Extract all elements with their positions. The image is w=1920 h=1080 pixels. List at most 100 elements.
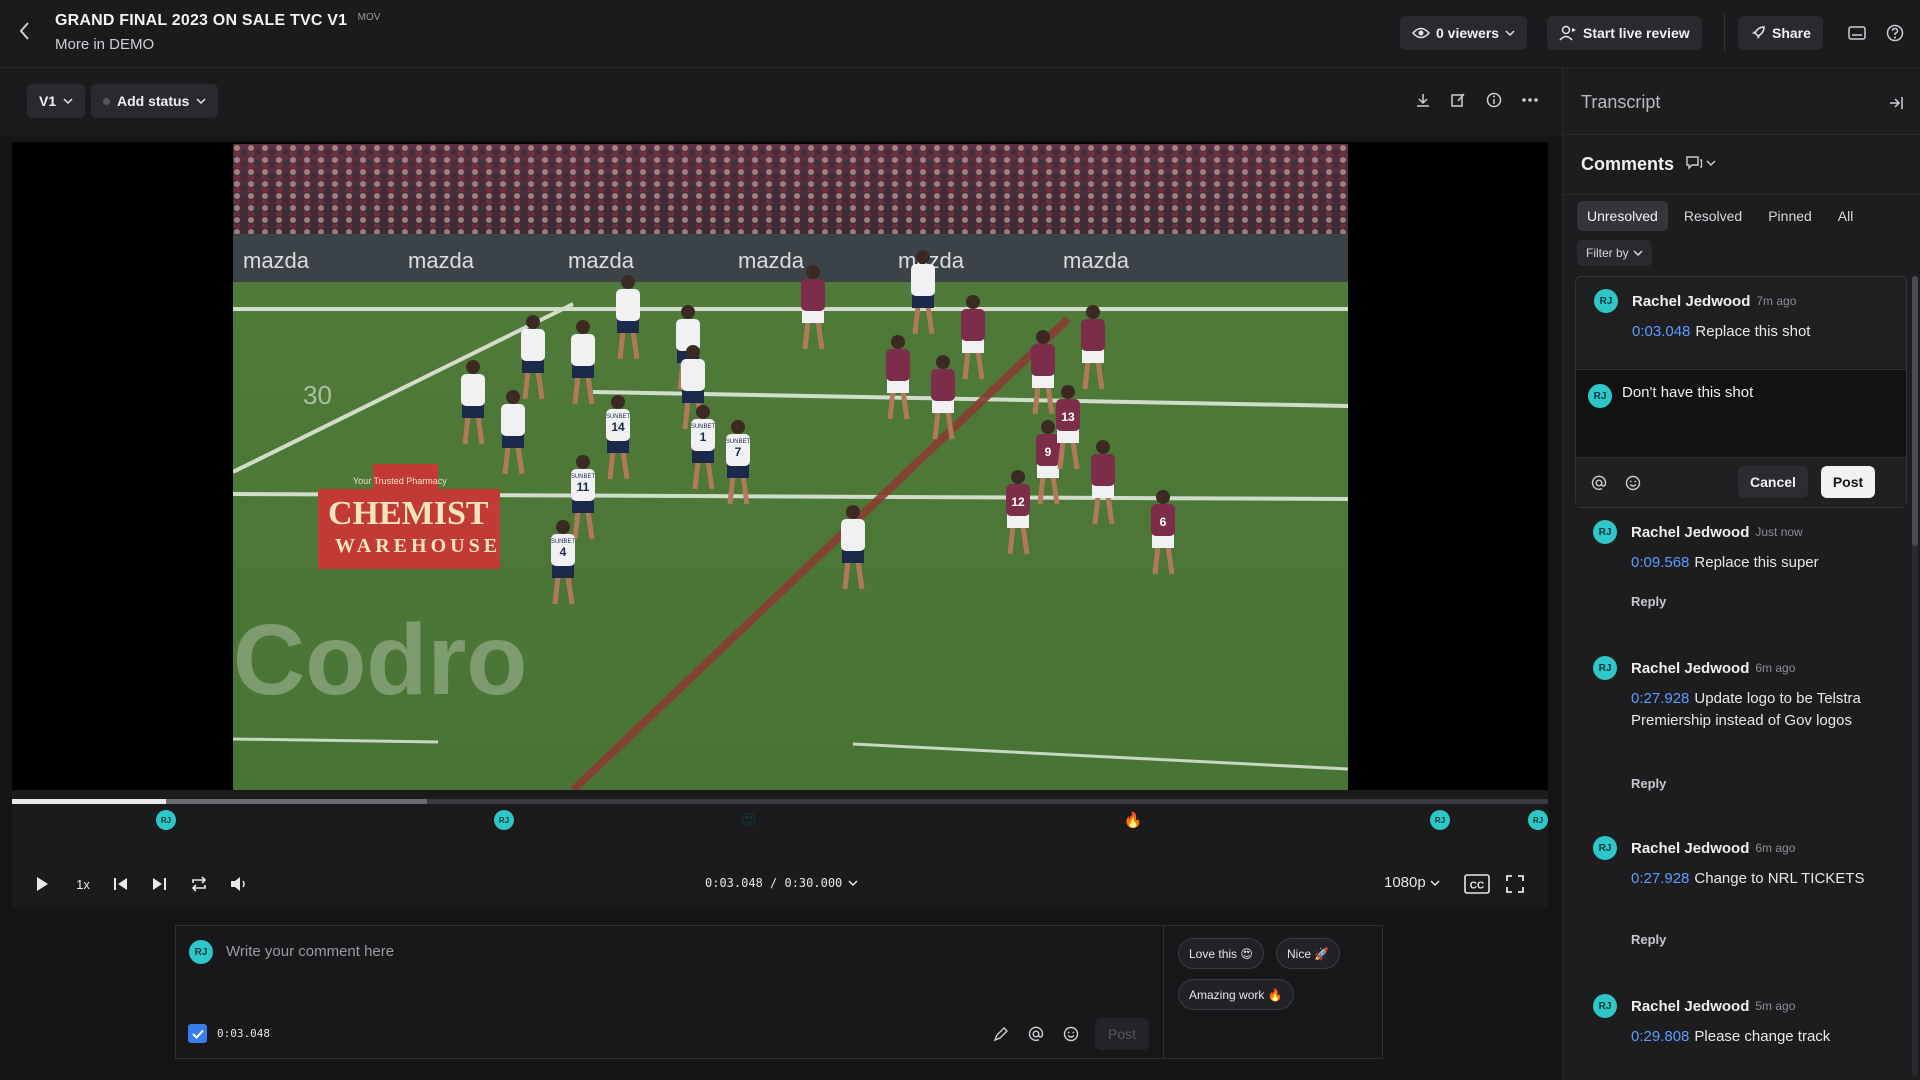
- help-button[interactable]: [1882, 20, 1908, 46]
- mention-button[interactable]: [1025, 1023, 1047, 1045]
- quick-reply-nice[interactable]: Nice 🚀: [1276, 938, 1341, 969]
- keyboard-shortcuts-button[interactable]: [1844, 20, 1870, 46]
- play-button[interactable]: [32, 872, 52, 896]
- tab-unresolved[interactable]: Unresolved: [1577, 201, 1668, 231]
- next-frame-button[interactable]: [148, 872, 170, 896]
- collapse-panel-button[interactable]: [1883, 90, 1909, 116]
- back-button[interactable]: [12, 18, 38, 44]
- jersey-number: 11: [577, 480, 590, 494]
- comment-author: Rachel Jedwood: [1632, 292, 1751, 310]
- sponsor-name: CHEMIST: [328, 495, 489, 532]
- comment-marker[interactable]: RJ: [1528, 810, 1548, 830]
- scrub-progress[interactable]: [12, 799, 166, 804]
- live-review-label: Start live review: [1583, 25, 1690, 41]
- chevron-down-icon: [196, 98, 206, 105]
- comment-marker[interactable]: RJ: [494, 810, 514, 830]
- quick-reply-love[interactable]: Love this 😍: [1178, 938, 1264, 969]
- jersey-number: 9: [1045, 445, 1052, 459]
- comment-card[interactable]: RJ Rachel Jedwood 6m ago 0:27.928 Change …: [1575, 836, 1907, 966]
- reaction-marker[interactable]: 🔥: [1123, 810, 1143, 830]
- quality-selector[interactable]: 1080p: [1384, 874, 1440, 891]
- draw-button[interactable]: [990, 1023, 1012, 1045]
- comment-composer: RJ 0:03.048 Post Love this 😍 Nice 🚀 Amaz…: [175, 925, 1383, 1059]
- viewers-button[interactable]: 0 viewers: [1400, 16, 1528, 50]
- quick-reply-amazing[interactable]: Amazing work 🔥: [1178, 979, 1294, 1010]
- comment-header: RJ Rachel Jedwood Just now: [1593, 520, 1803, 544]
- reply-button[interactable]: Reply: [1631, 776, 1666, 791]
- sponsor-sub: WAREHOUSE: [335, 535, 501, 557]
- reaction-marker[interactable]: 😍: [739, 810, 759, 830]
- jersey-number: 14: [611, 420, 625, 434]
- comment-card[interactable]: RJ Rachel Jedwood Just now 0:09.568 Repla…: [1575, 520, 1907, 640]
- video-scene: mazda mazda mazda mazda mazda mazda 30 Y…: [233, 144, 1348, 790]
- comment-time: Just now: [1755, 525, 1803, 539]
- more-options-button[interactable]: [1518, 88, 1542, 112]
- previous-frame-button[interactable]: [110, 872, 132, 896]
- signage-text-2: mazda: [408, 248, 475, 273]
- download-button[interactable]: [1411, 88, 1435, 112]
- jersey-number: 13: [1061, 410, 1075, 424]
- player-toolbar: V1 Add status: [0, 68, 1562, 136]
- project-link[interactable]: More in DEMO: [55, 36, 380, 53]
- reply-cancel-button[interactable]: Cancel: [1738, 466, 1808, 498]
- pen-icon: [993, 1027, 1008, 1042]
- status-selector[interactable]: Add status: [91, 84, 219, 118]
- comment-card[interactable]: RJ Rachel Jedwood 7m ago 0:03.048 Replace…: [1575, 276, 1907, 508]
- tab-resolved[interactable]: Resolved: [1674, 201, 1752, 231]
- post-comment-button[interactable]: Post: [1095, 1018, 1149, 1050]
- avatar: RJ: [1594, 289, 1618, 313]
- timecode-selector[interactable]: 0:03.048 / 0:30.000: [705, 876, 858, 890]
- step-back-icon: [114, 878, 127, 890]
- version-selector[interactable]: V1: [27, 84, 86, 118]
- comment-timestamp-link[interactable]: 0:29.808: [1631, 1028, 1689, 1045]
- signage-text-6: mazda: [1063, 248, 1130, 273]
- comment-body: 0:09.568 Replace this super: [1631, 552, 1886, 574]
- edit-button[interactable]: [1446, 88, 1470, 112]
- more-icon: [1522, 98, 1538, 102]
- reply-mention-button[interactable]: [1588, 472, 1610, 494]
- comment-timestamp-link[interactable]: 0:27.928: [1631, 870, 1689, 887]
- tab-all[interactable]: All: [1828, 201, 1864, 231]
- comment-card[interactable]: RJ Rachel Jedwood 6m ago 0:27.928 Update …: [1575, 656, 1907, 826]
- start-live-review-button[interactable]: Start live review: [1547, 16, 1702, 50]
- reply-emoji-button[interactable]: [1622, 472, 1644, 494]
- comment-marker[interactable]: RJ: [156, 810, 176, 830]
- reply-post-button[interactable]: Post: [1821, 466, 1875, 498]
- comment-timestamp-link[interactable]: 0:27.928: [1631, 690, 1689, 707]
- share-button[interactable]: Share: [1738, 16, 1823, 50]
- chevron-down-icon: [1633, 250, 1643, 257]
- emoji-button[interactable]: [1060, 1023, 1082, 1045]
- comment-card[interactable]: RJ Rachel Jedwood 5m ago 0:29.808 Please …: [1575, 994, 1907, 1074]
- video-player[interactable]: mazda mazda mazda mazda mazda mazda 30 Y…: [12, 142, 1548, 790]
- info-button[interactable]: [1482, 88, 1506, 112]
- top-bar: GRAND FINAL 2023 ON SALE TVC V1 MOV More…: [0, 0, 1920, 68]
- fullscreen-button[interactable]: [1504, 872, 1526, 896]
- comment-timestamp-link[interactable]: 0:03.048: [1632, 323, 1690, 340]
- comment-input[interactable]: [226, 938, 1126, 964]
- comment-marker[interactable]: RJ: [1430, 810, 1450, 830]
- reply-button[interactable]: Reply: [1631, 594, 1666, 609]
- comment-time: 6m ago: [1755, 661, 1796, 675]
- jersey-number: 7: [735, 445, 742, 459]
- reply-editor[interactable]: RJ Don't have this shot: [1576, 369, 1906, 457]
- comment-scroll-thumb[interactable]: [1912, 276, 1918, 546]
- playback-speed-button[interactable]: 1x: [70, 872, 96, 896]
- header-divider: [1724, 14, 1725, 52]
- status-dot: [103, 97, 110, 105]
- filter-by-button[interactable]: Filter by: [1577, 240, 1652, 266]
- comments-options-button[interactable]: [1685, 155, 1716, 171]
- volume-button[interactable]: [228, 872, 250, 896]
- comment-author: Rachel Jedwood: [1631, 997, 1750, 1015]
- comment-timestamp-link[interactable]: 0:09.568: [1631, 554, 1689, 571]
- loop-icon: [191, 876, 207, 892]
- comment-body: 0:27.928 Change to NRL TICKETS: [1631, 868, 1886, 890]
- captions-button[interactable]: CC: [1463, 872, 1491, 896]
- transcript-tab[interactable]: Transcript: [1581, 92, 1660, 113]
- jersey-number: 4: [560, 545, 567, 559]
- loop-button[interactable]: [188, 872, 210, 896]
- reply-button[interactable]: Reply: [1631, 932, 1666, 947]
- reply-input[interactable]: Don't have this shot: [1622, 384, 1753, 401]
- tab-pinned[interactable]: Pinned: [1758, 201, 1822, 231]
- timestamp-checkbox[interactable]: [188, 1024, 207, 1043]
- help-icon: [1886, 24, 1904, 42]
